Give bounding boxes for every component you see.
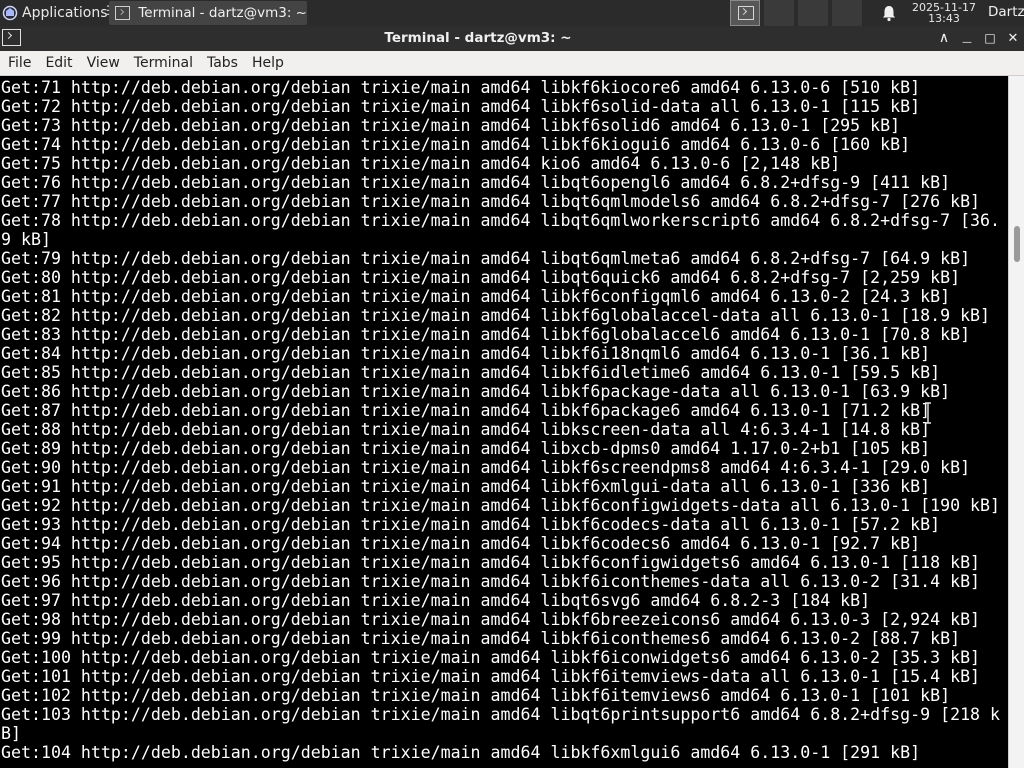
user-menu[interactable]: Dartz [988, 4, 1024, 20]
desktop-screen: Applications ☰ Terminal - dartz@vm3: ~ 2… [0, 0, 1024, 768]
terminal-line: B] [1, 724, 21, 743]
terminal-line: Get:88 http://deb.debian.org/debian trix… [1, 420, 931, 439]
scrollbar-thumb[interactable] [1014, 226, 1020, 262]
terminal-line: Get:98 http://deb.debian.org/debian trix… [1, 610, 981, 629]
terminal-line: Get:99 http://deb.debian.org/debian trix… [1, 629, 961, 648]
terminal-line: Get:82 http://deb.debian.org/debian trix… [1, 306, 991, 325]
terminal-line: Get:96 http://deb.debian.org/debian trix… [1, 572, 981, 591]
panel-clock[interactable]: 2025-11-17 13:43 [904, 0, 984, 26]
terminal-line: Get:89 http://deb.debian.org/debian trix… [1, 439, 931, 458]
menu-terminal[interactable]: Terminal [134, 55, 193, 71]
terminal-icon [115, 6, 131, 20]
terminal-window-icon [738, 6, 754, 20]
xfce-logo-icon [2, 5, 18, 21]
terminal-line: Get:95 http://deb.debian.org/debian trix… [1, 553, 981, 572]
terminal-scrollbar[interactable] [1008, 76, 1024, 768]
top-panel: Applications ☰ Terminal - dartz@vm3: ~ 2… [0, 0, 1024, 26]
terminal-line: Get:76 http://deb.debian.org/debian trix… [1, 173, 951, 192]
window-title: Terminal - dartz@vm3: ~ [384, 30, 572, 46]
menu-help[interactable]: Help [252, 55, 284, 71]
clock-time: 13:43 [928, 12, 960, 25]
terminal-line: Get:72 http://deb.debian.org/debian trix… [1, 97, 921, 116]
terminal-line: Get:80 http://deb.debian.org/debian trix… [1, 268, 961, 287]
terminal-line: Get:100 http://deb.debian.org/debian tri… [1, 648, 981, 667]
terminal-line: Get:81 http://deb.debian.org/debian trix… [1, 287, 951, 306]
terminal-line: Get:83 http://deb.debian.org/debian trix… [1, 325, 971, 344]
workspace-3-button[interactable] [798, 0, 828, 26]
terminal-line: 9 kB] [1, 230, 51, 249]
terminal-line: Get:78 http://deb.debian.org/debian trix… [1, 211, 1001, 230]
workspace-1-button[interactable] [730, 0, 760, 26]
maximize-button[interactable]: □ [980, 28, 1000, 48]
menu-bar: File Edit View Terminal Tabs Help [0, 51, 1024, 76]
terminal-line: Get:103 http://deb.debian.org/debian tri… [1, 705, 1001, 724]
terminal-line: Get:101 http://deb.debian.org/debian tri… [1, 667, 981, 686]
terminal-line: Get:94 http://deb.debian.org/debian trix… [1, 534, 921, 553]
shade-button[interactable]: ∧ [934, 28, 954, 48]
taskbar-terminal-button[interactable]: Terminal - dartz@vm3: ~ [109, 1, 307, 25]
terminal-line: Get:90 http://deb.debian.org/debian trix… [1, 458, 971, 477]
terminal-line: Get:92 http://deb.debian.org/debian trix… [1, 496, 1001, 515]
workspace-2-button[interactable] [764, 0, 794, 26]
close-icon: ✕ [1007, 30, 1019, 46]
terminal-line: Get:86 http://deb.debian.org/debian trix… [1, 382, 951, 401]
terminal-line: Get:73 http://deb.debian.org/debian trix… [1, 116, 901, 135]
minimize-button[interactable]: — [957, 28, 977, 48]
terminal-line: Get:75 http://deb.debian.org/debian trix… [1, 154, 841, 173]
terminal-line: Get:102 http://deb.debian.org/debian tri… [1, 686, 951, 705]
menu-edit[interactable]: Edit [45, 55, 72, 71]
minimize-icon: — [962, 36, 972, 48]
maximize-icon: □ [984, 31, 996, 45]
terminal-line: Get:84 http://deb.debian.org/debian trix… [1, 344, 931, 363]
terminal-line: Get:91 http://deb.debian.org/debian trix… [1, 477, 931, 496]
terminal-line: Get:74 http://deb.debian.org/debian trix… [1, 135, 911, 154]
menu-file[interactable]: File [8, 55, 31, 71]
terminal-line: Get:77 http://deb.debian.org/debian trix… [1, 192, 981, 211]
text-cursor-icon [925, 402, 931, 424]
applications-menu-button[interactable]: Applications [0, 0, 108, 26]
workspace-4-button[interactable] [832, 0, 862, 26]
terminal-line: Get:71 http://deb.debian.org/debian trix… [1, 78, 921, 97]
menu-view[interactable]: View [87, 55, 120, 71]
window-titlebar[interactable]: Terminal - dartz@vm3: ~ ∧ — □ ✕ [0, 26, 1024, 51]
terminal-line: Get:79 http://deb.debian.org/debian trix… [1, 249, 971, 268]
terminal-line: Get:97 http://deb.debian.org/debian trix… [1, 591, 871, 610]
terminal-line: Get:87 http://deb.debian.org/debian trix… [1, 401, 931, 420]
close-button[interactable]: ✕ [1003, 28, 1023, 48]
chevron-up-icon: ∧ [938, 30, 950, 46]
terminal-line: Get:104 http://deb.debian.org/debian tri… [1, 743, 921, 762]
taskbar-terminal-label: Terminal - dartz@vm3: ~ [138, 5, 307, 21]
applications-label: Applications [22, 5, 108, 21]
terminal-line: Get:85 http://deb.debian.org/debian trix… [1, 363, 941, 382]
menu-tabs[interactable]: Tabs [207, 55, 238, 71]
terminal-output[interactable]: Get:71 http://deb.debian.org/debian trix… [0, 76, 1008, 768]
terminal-line: Get:93 http://deb.debian.org/debian trix… [1, 515, 941, 534]
notification-bell-icon[interactable] [880, 4, 898, 22]
